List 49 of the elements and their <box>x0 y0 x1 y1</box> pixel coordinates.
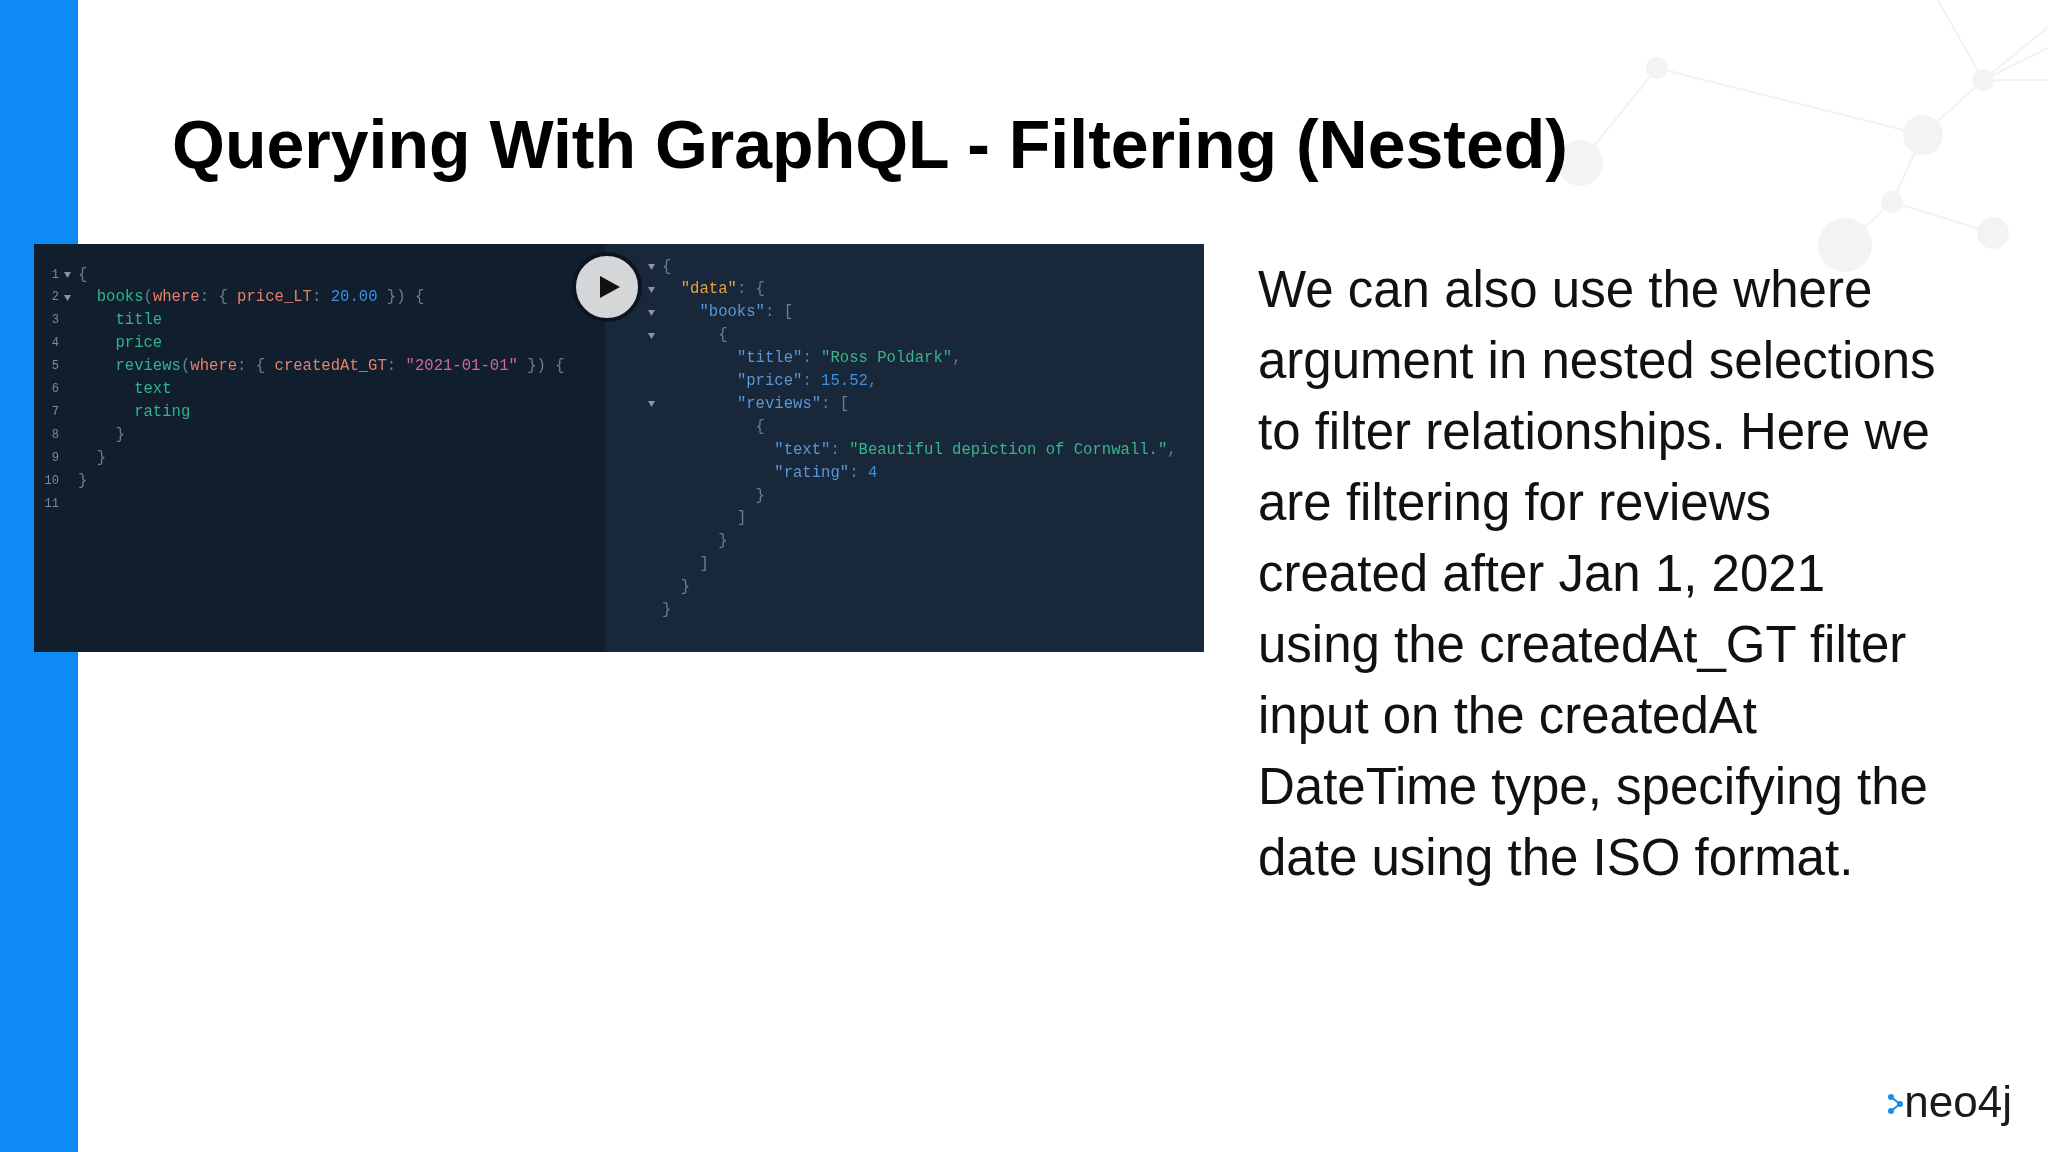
caret-icon[interactable] <box>648 332 655 339</box>
code-line: rating <box>134 401 191 423</box>
caret-icon[interactable] <box>64 272 71 279</box>
code-line: { <box>718 325 728 347</box>
code-line: { <box>78 264 88 286</box>
caret-icon[interactable] <box>648 264 655 271</box>
code-line: { <box>662 256 672 278</box>
line-number: 4 <box>50 335 59 353</box>
code-line: reviews(where: { createdAt_GT: "2021-01-01" }) { <box>115 356 565 378</box>
code-line: } <box>96 447 107 469</box>
code-line: "books": [ <box>699 302 794 324</box>
code-line: } <box>78 470 88 492</box>
caret-icon[interactable] <box>64 294 71 301</box>
line-number: 1 <box>50 266 59 284</box>
graph-nodes-icon <box>1888 1094 1905 1114</box>
caret-icon[interactable] <box>648 309 655 316</box>
line-number: 8 <box>50 426 59 444</box>
line-number: 3 <box>50 312 59 330</box>
line-number: 6 <box>50 381 59 399</box>
code-line: "title": "Ross Poldark", <box>736 348 962 370</box>
code-line: "price": 15.52, <box>736 371 878 393</box>
code-line: } <box>662 599 672 621</box>
code-line: "data": { <box>680 279 765 301</box>
line-number: 10 <box>44 472 59 490</box>
logo-wordmark: neo4j <box>1904 1080 2012 1124</box>
code-line: } <box>115 424 125 446</box>
caret-icon[interactable] <box>648 286 655 293</box>
description-paragraph: We can also use the where argument in nested selections to filter relationships. Here we are filtering for reviews created after Jan 1, 2021 using the createdAt_GT filter input on the createdAt DateTime type, specifying the date using the ISO format. <box>1258 259 1937 888</box>
code-line: text <box>134 379 172 401</box>
code-line: "reviews": [ <box>736 393 850 415</box>
code-line: price <box>115 333 163 355</box>
line-number: 11 <box>44 495 59 513</box>
code-line: } <box>680 577 691 599</box>
code-line: } <box>718 531 728 553</box>
code-line: ] <box>736 508 747 530</box>
line-number: 9 <box>50 449 59 467</box>
code-line: title <box>115 310 163 332</box>
slide-title: Querying With GraphQL - Filtering (Nested) <box>172 105 1568 184</box>
code-line: "rating": 4 <box>774 462 878 484</box>
code-line: ] <box>699 554 709 576</box>
code-line: } <box>755 485 765 507</box>
line-number: 5 <box>50 358 59 376</box>
code-line: { <box>755 416 765 438</box>
line-number: 7 <box>50 403 59 421</box>
caret-icon[interactable] <box>648 401 655 408</box>
play-icon <box>599 275 620 298</box>
code-line: books(where: { price_LT: 20.00 }) { <box>96 287 425 309</box>
line-number: 2 <box>50 289 59 307</box>
code-line: "text": "Beautiful depiction of Cornwall.", <box>774 439 1177 461</box>
